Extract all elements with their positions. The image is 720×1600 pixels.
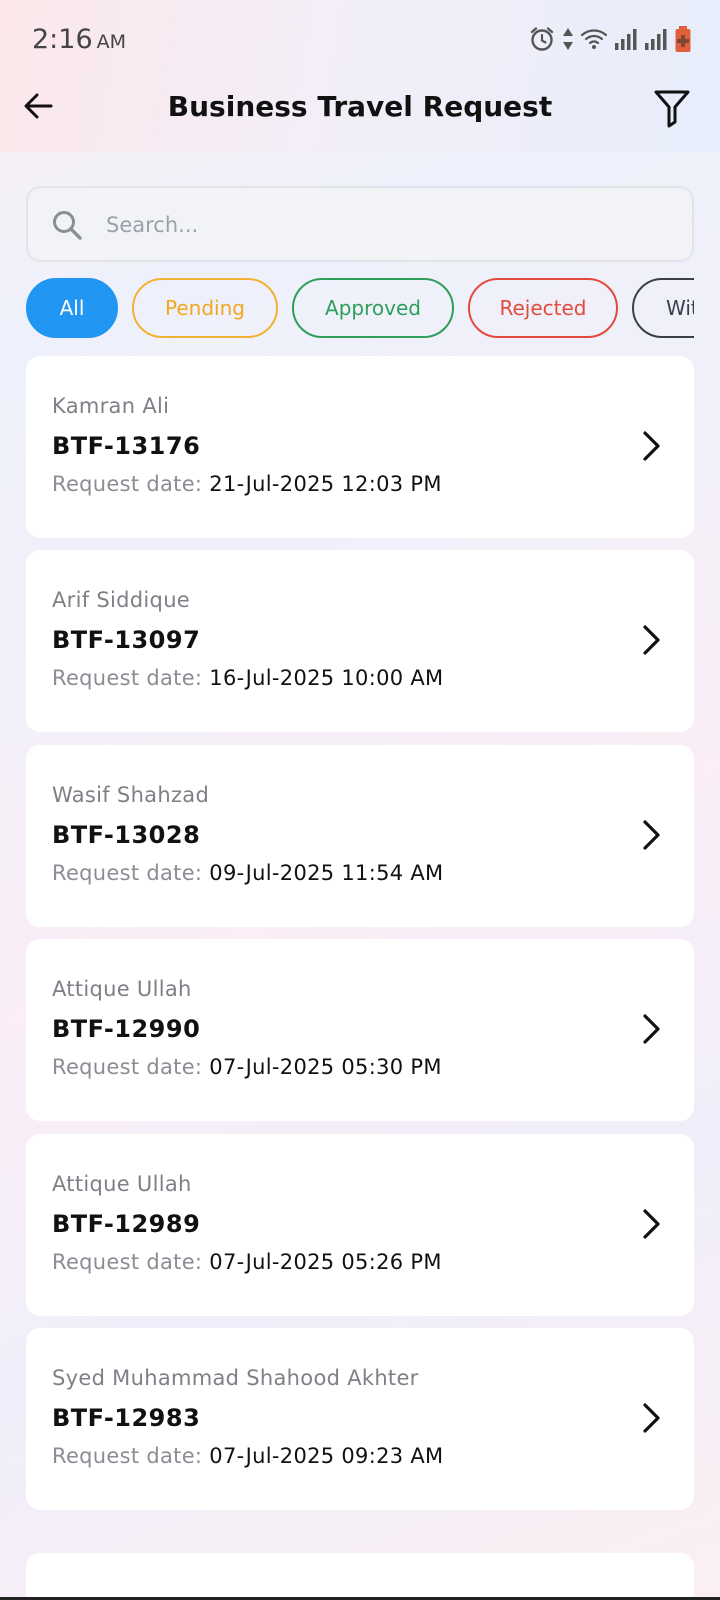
app-header: Business Travel Request — [0, 80, 720, 140]
request-code: BTF-13028 — [52, 821, 201, 849]
requester-name: Wasif Shahzad — [52, 783, 210, 807]
status-icons — [528, 24, 692, 54]
chevron-right-icon — [643, 1209, 660, 1239]
request-date-label: Request date: — [52, 472, 203, 496]
chevron-right-icon — [643, 1014, 660, 1044]
request-code: BTF-13097 — [52, 626, 201, 654]
request-date: Request date: 09-Jul-2025 11:54 AM — [52, 861, 443, 885]
top-bar: 2:16 AM Business Travel Request — [0, 0, 720, 152]
signal-icon-2 — [645, 29, 667, 50]
search-input[interactable] — [102, 192, 672, 258]
chevron-right-icon — [643, 625, 660, 655]
request-date-value: 07-Jul-2025 09:23 AM — [209, 1444, 444, 1468]
request-date-value: 21-Jul-2025 12:03 PM — [209, 472, 442, 496]
page-title: Business Travel Request — [167, 90, 553, 123]
request-date: Request date: 07-Jul-2025 05:30 PM — [52, 1055, 442, 1079]
chevron-right-icon — [643, 820, 660, 850]
request-date-label: Request date: — [52, 1055, 203, 1079]
chip-approved[interactable]: Approved — [292, 278, 454, 338]
chip-pending[interactable]: Pending — [132, 278, 278, 338]
request-card-partial[interactable] — [26, 1553, 694, 1600]
battery-icon — [675, 26, 691, 52]
chip-all[interactable]: All — [26, 278, 118, 338]
request-code: BTF-13176 — [52, 432, 201, 460]
request-date-value: 09-Jul-2025 11:54 AM — [209, 861, 444, 885]
request-code: BTF-12990 — [52, 1015, 201, 1043]
requester-name: Attique Ullah — [52, 1172, 192, 1196]
request-date-value: 16-Jul-2025 10:00 AM — [209, 666, 444, 690]
request-card[interactable]: Syed Muhammad Shahood Akhter BTF-12983 R… — [26, 1328, 694, 1510]
requester-name: Arif Siddique — [52, 588, 191, 612]
status-filter-chips: All Pending Approved Rejected Withdrawn — [26, 278, 694, 340]
request-date-value: 07-Jul-2025 05:30 PM — [209, 1055, 442, 1079]
request-date-label: Request date: — [52, 861, 203, 885]
filter-button[interactable] — [648, 84, 696, 132]
request-date: Request date: 07-Jul-2025 09:23 AM — [52, 1444, 443, 1468]
request-card[interactable]: Arif Siddique BTF-13097 Request date: 16… — [26, 550, 694, 732]
request-date: Request date: 21-Jul-2025 12:03 PM — [52, 472, 442, 496]
signal-icon — [615, 29, 637, 50]
data-arrows-icon — [563, 28, 573, 50]
request-date-label: Request date: — [52, 1444, 203, 1468]
request-date-label: Request date: — [52, 666, 203, 690]
chevron-right-icon — [643, 1403, 660, 1433]
request-date-label: Request date: — [52, 1250, 203, 1274]
request-card[interactable]: Attique Ullah BTF-12989 Request date: 07… — [26, 1134, 694, 1316]
search-bar[interactable] — [26, 186, 694, 262]
request-card[interactable]: Attique Ullah BTF-12990 Request date: 07… — [26, 939, 694, 1121]
wifi-icon — [580, 29, 608, 49]
chevron-right-icon — [643, 431, 660, 461]
request-code: BTF-12983 — [52, 1404, 201, 1432]
request-date: Request date: 16-Jul-2025 10:00 AM — [52, 666, 443, 690]
filter-icon — [654, 90, 690, 128]
search-icon — [53, 211, 82, 240]
status-time: 2:16 AM — [32, 24, 126, 55]
request-date: Request date: 07-Jul-2025 05:26 PM — [52, 1250, 442, 1274]
requester-name: Syed Muhammad Shahood Akhter — [52, 1366, 419, 1390]
chip-rejected[interactable]: Rejected — [468, 278, 618, 338]
requester-name: Kamran Ali — [52, 394, 170, 418]
status-ampm: AM — [96, 31, 127, 53]
request-code: BTF-12989 — [52, 1210, 201, 1238]
request-card[interactable]: Wasif Shahzad BTF-13028 Request date: 09… — [26, 745, 694, 927]
chip-withdrawn[interactable]: Withdrawn — [632, 278, 694, 338]
status-time-value: 2:16 — [32, 24, 93, 55]
alarm-icon — [530, 27, 554, 51]
request-date-value: 07-Jul-2025 05:26 PM — [209, 1250, 442, 1274]
requester-name: Attique Ullah — [52, 977, 192, 1001]
request-card[interactable]: Kamran Ali BTF-13176 Request date: 21-Ju… — [26, 356, 694, 538]
